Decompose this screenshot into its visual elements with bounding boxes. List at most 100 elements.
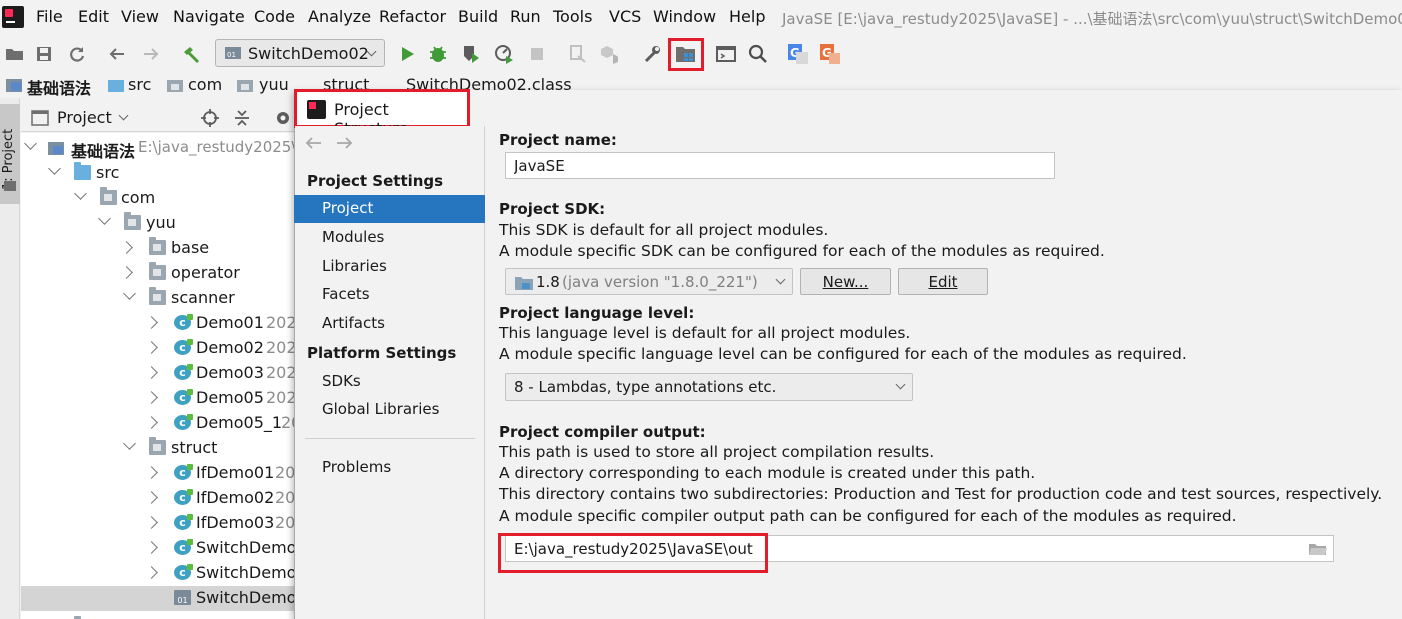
package-icon (149, 262, 166, 280)
tree-item-ifdemo01[interactable]: c IfDemo01 202 (21, 461, 296, 486)
run-config-select[interactable]: 01 SwitchDemo02 (215, 39, 385, 67)
project-name-label: Project name: (499, 131, 617, 149)
compiler-output-description-2: A directory corresponding to each module… (499, 464, 1036, 482)
chevron-right-icon (145, 316, 158, 329)
profile-icon[interactable] (491, 41, 517, 67)
tree-item-demo01[interactable]: c Demo01 2025 (21, 311, 296, 336)
nav-item-modules[interactable]: Modules (294, 224, 485, 252)
chevron-down-icon (48, 162, 61, 175)
back-icon[interactable] (104, 41, 130, 67)
java-class-icon: c (174, 364, 193, 380)
run-icon[interactable] (394, 41, 420, 67)
compiler-output-description-1: This path is used to store all project c… (499, 443, 935, 461)
menu-edit[interactable]: Edit (78, 7, 109, 26)
chevron-down-icon (123, 287, 136, 300)
nav-item-problems[interactable]: Problems (294, 454, 485, 482)
language-level-description-1: This language level is default for all p… (499, 324, 911, 342)
chevron-down-icon (775, 274, 786, 285)
sdk-edit-button[interactable]: Edit (898, 268, 988, 295)
attach-debugger-icon[interactable] (565, 41, 591, 67)
tree-item-switchdemo02[interactable]: c SwitchDemo0 (21, 561, 296, 586)
tree-item-demo05[interactable]: c Demo05 2025 (21, 386, 296, 411)
google-translate-icon[interactable]: G (785, 41, 811, 67)
chevron-right-icon (145, 516, 158, 529)
nav-item-libraries[interactable]: Libraries (294, 253, 485, 281)
breadcrumb-module[interactable]: 基础语法 (27, 75, 91, 99)
sdk-select[interactable]: 1.8 (java version "1.8.0_221") (505, 268, 793, 295)
breadcrumb-com[interactable]: com (188, 75, 222, 94)
search-icon[interactable] (745, 41, 771, 67)
nav-forward-icon[interactable] (336, 136, 354, 150)
chevron-down-icon (98, 212, 111, 225)
tree-item-switchdemo02-class[interactable]: 01 SwitchDemo0 (21, 586, 296, 611)
sdk-description-1: This SDK is default for all project modu… (499, 221, 829, 239)
sdk-new-button[interactable]: New... (800, 268, 891, 295)
menu-navigate[interactable]: Navigate (173, 7, 245, 26)
menu-window[interactable]: Window (653, 7, 716, 26)
tree-item-demo03[interactable]: c Demo03 2025 (21, 361, 296, 386)
source-folder-icon (74, 162, 91, 180)
terminal-icon[interactable] (713, 41, 739, 67)
menu-build[interactable]: Build (458, 7, 498, 26)
nav-item-facets[interactable]: Facets (294, 281, 485, 309)
project-tool-tab[interactable]: 1: Project (0, 104, 20, 204)
stop-icon[interactable] (524, 41, 550, 67)
tree-item-ifdemo02[interactable]: c IfDemo02 202 (21, 486, 296, 511)
build-hammer-icon[interactable] (178, 41, 204, 67)
tree-item-struct[interactable]: struct (21, 436, 296, 461)
menu-analyze[interactable]: Analyze (308, 7, 371, 26)
run-with-coverage-icon[interactable] (458, 41, 484, 67)
menu-help[interactable]: Help (729, 7, 765, 26)
project-name-input[interactable] (505, 152, 1055, 179)
nav-heading-project-settings: Project Settings (307, 172, 444, 190)
tree-item-scanner[interactable]: scanner (21, 286, 296, 311)
build-artifacts-icon[interactable] (597, 41, 623, 67)
menu-tools[interactable]: Tools (553, 7, 592, 26)
chevron-down-icon (123, 437, 136, 450)
save-icon[interactable] (31, 41, 57, 67)
menu-bar: File Edit View Navigate Code Analyze Ref… (0, 0, 1402, 36)
tree-item-partial (21, 611, 296, 619)
locate-icon[interactable] (201, 109, 219, 127)
nav-item-project[interactable]: Project (294, 195, 485, 223)
menu-view[interactable]: View (121, 7, 159, 26)
settings-wrench-icon[interactable] (639, 41, 665, 67)
intellij-logo-icon (2, 6, 24, 28)
menu-file[interactable]: File (36, 7, 63, 26)
menu-code[interactable]: Code (254, 7, 295, 26)
language-level-select[interactable]: 8 - Lambdas, type annotations etc. (505, 373, 913, 401)
menu-vcs[interactable]: VCS (609, 7, 641, 26)
translate-replace-icon[interactable]: G (817, 41, 843, 67)
chevron-right-icon (120, 266, 133, 279)
java-class-icon: c (174, 389, 193, 405)
menu-refactor[interactable]: Refactor (379, 7, 446, 26)
nav-item-artifacts[interactable]: Artifacts (294, 310, 485, 338)
forward-icon[interactable] (138, 41, 164, 67)
collapse-all-icon[interactable] (233, 109, 251, 127)
chevron-right-icon (145, 366, 158, 379)
browse-folder-icon[interactable] (1308, 541, 1328, 557)
open-folder-icon[interactable] (2, 41, 28, 67)
tree-item-ifdemo03[interactable]: c IfDemo03 202 (21, 511, 296, 536)
tree-item-module[interactable]: 基础语法 E:\java_restudy2025\J (21, 136, 296, 161)
tree-item-base[interactable]: base (21, 236, 296, 261)
breadcrumb-yuu[interactable]: yuu (259, 75, 289, 94)
sync-icon[interactable] (64, 41, 90, 67)
nav-item-global-libraries[interactable]: Global Libraries (294, 396, 485, 424)
debug-icon[interactable] (425, 41, 451, 67)
tree-item-switchdemo01[interactable]: c SwitchDemo0 (21, 536, 296, 561)
tree-item-com[interactable]: com (21, 186, 296, 211)
nav-item-sdks[interactable]: SDKs (294, 368, 485, 396)
tree-item-demo02[interactable]: c Demo02 2025 (21, 336, 296, 361)
nav-back-icon[interactable] (304, 136, 322, 150)
tree-item-src[interactable]: src (21, 161, 296, 186)
gear-icon[interactable] (274, 109, 292, 127)
tree-item-demo05-1[interactable]: c Demo05_1 20 (21, 411, 296, 436)
tree-item-yuu[interactable]: yuu (21, 211, 296, 236)
project-structure-icon[interactable] (673, 41, 699, 67)
chevron-down-icon[interactable] (118, 110, 129, 121)
breadcrumb-src[interactable]: src (128, 75, 151, 94)
tree-item-operator[interactable]: operator (21, 261, 296, 286)
project-panel-title[interactable]: Project (57, 108, 112, 127)
menu-run[interactable]: Run (510, 7, 541, 26)
